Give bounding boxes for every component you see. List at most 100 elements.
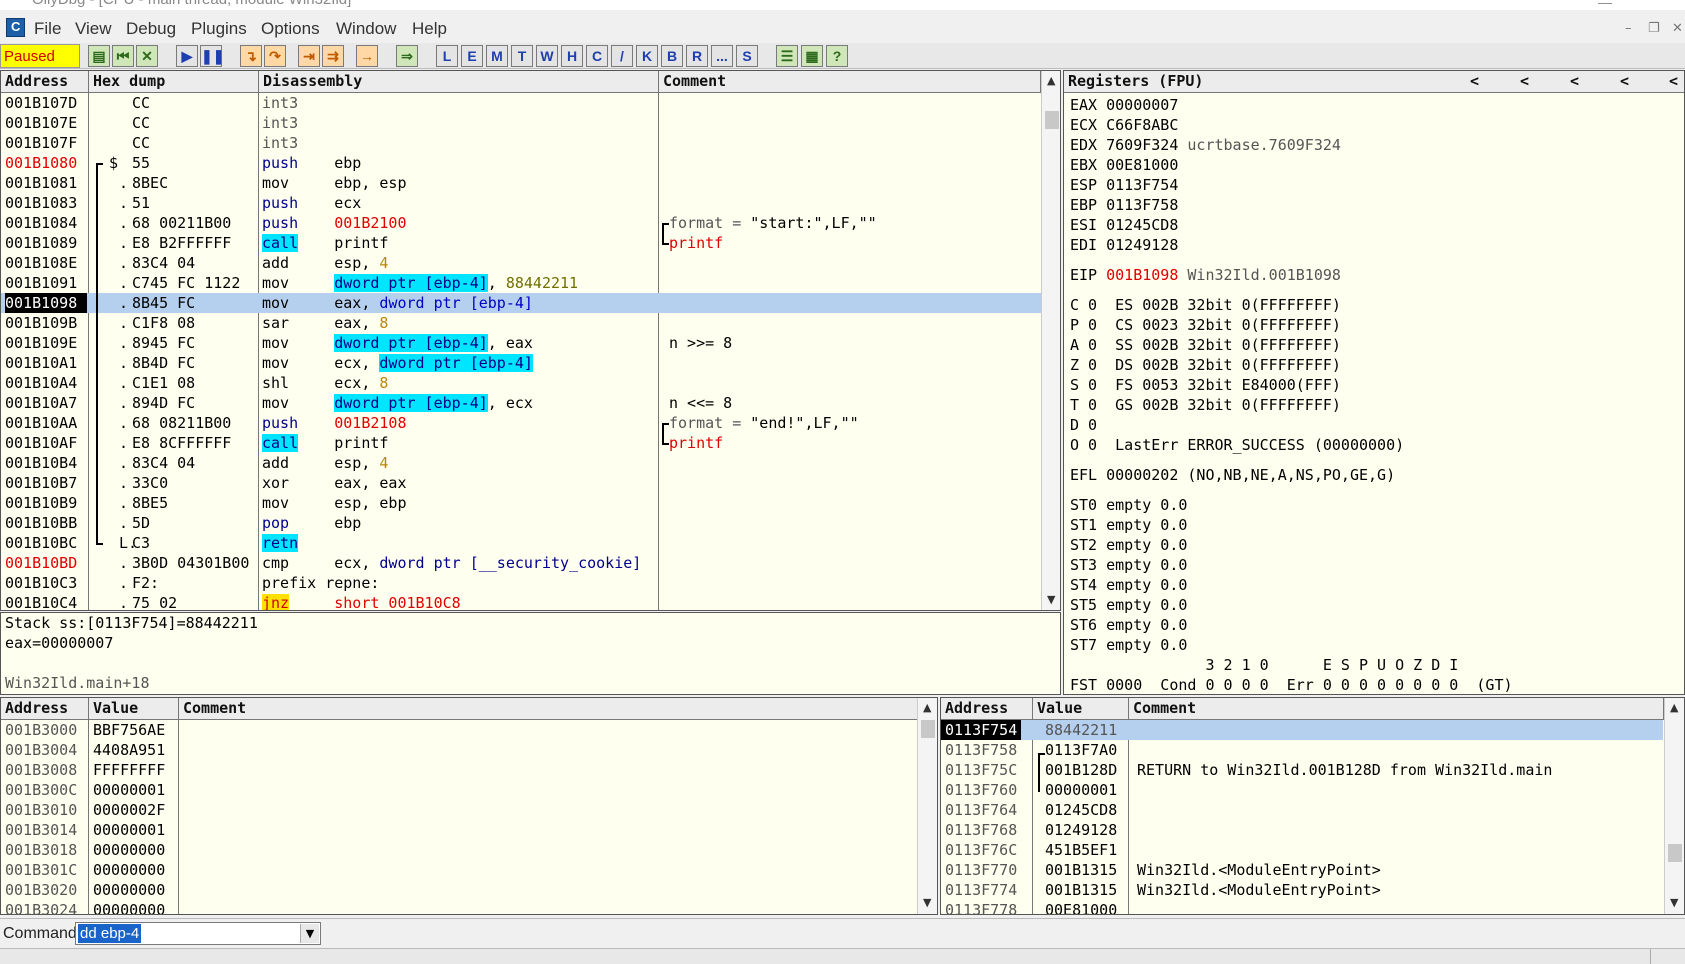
fpu-row[interactable]: ST7 empty 0.0 <box>1070 635 1187 655</box>
register-row[interactable]: ECX C66F8ABC <box>1070 115 1178 135</box>
open-icon[interactable]: ▤ <box>88 45 110 67</box>
stack-row[interactable]: 0113F760 00000001 <box>941 780 1663 800</box>
execute-till-return-icon[interactable]: → <box>356 45 378 67</box>
command-input[interactable]: dd ebp-4 <box>78 924 142 943</box>
dump-row[interactable]: 001B3018 00000000 <box>1 840 917 860</box>
dump-row[interactable]: 001B301C 00000000 <box>1 860 917 880</box>
stack-row[interactable]: 0113F770 001B1315 Win32Ild.<ModuleEntryPoi… <box>941 860 1663 880</box>
flag-row[interactable]: O 0 LastErr ERROR_SUCCESS (00000000) <box>1070 435 1404 455</box>
stack-row[interactable]: 0113F778 00E81000 <box>941 900 1663 914</box>
dump-header-comment[interactable]: Comment <box>179 698 919 720</box>
flag-row[interactable]: T 0 GS 002B 32bit 0(FFFFFFFF) <box>1070 395 1341 415</box>
menu-options[interactable]: Options <box>261 19 320 39</box>
menu-help[interactable]: Help <box>412 19 447 39</box>
close-program-icon[interactable]: ✕ <box>136 45 158 67</box>
fpu-row[interactable]: ST1 empty 0.0 <box>1070 515 1187 535</box>
appearance-icon[interactable]: ▦ <box>801 45 823 67</box>
stack-scroll-thumb[interactable] <box>1668 844 1682 862</box>
trace-into-icon[interactable]: ⇥ <box>298 45 320 67</box>
menu-window[interactable]: Window <box>336 19 396 39</box>
scroll-down-icon[interactable]: ▼ <box>1670 896 1678 909</box>
handles-button[interactable]: H <box>561 45 583 67</box>
mdi-minimize-icon[interactable]: – <box>1625 21 1632 36</box>
fpu-row[interactable]: ST4 empty 0.0 <box>1070 575 1187 595</box>
flag-row[interactable]: D 0 <box>1070 415 1097 435</box>
fpu-row[interactable]: ST6 empty 0.0 <box>1070 615 1187 635</box>
register-row[interactable]: EBX 00E81000 <box>1070 155 1178 175</box>
stack-row[interactable]: 0113F76C 451B5EF1 <box>941 840 1663 860</box>
minimize-window-icon[interactable]: — <box>1598 0 1612 10</box>
stack-row[interactable]: 0113F764 01245CD8 <box>941 800 1663 820</box>
flag-row[interactable]: Z 0 DS 002B 32bit 0(FFFFFFFF) <box>1070 355 1341 375</box>
disasm-scrollbar[interactable]: ▲ ▼ <box>1041 71 1060 610</box>
menu-file[interactable]: File <box>34 19 61 39</box>
scroll-up-icon[interactable]: ▲ <box>1047 74 1055 87</box>
register-value[interactable]: C66F8ABC <box>1106 116 1178 134</box>
flag-row[interactable]: P 0 CS 0023 32bit 0(FFFFFFFF) <box>1070 315 1341 335</box>
menu-debug[interactable]: Debug <box>126 19 176 39</box>
dump-header-address[interactable]: Address <box>1 698 89 720</box>
run-trace-button[interactable]: ... <box>711 45 733 67</box>
registers-title[interactable]: Registers (FPU) < < < < < <box>1064 71 1684 93</box>
command-combobox[interactable]: dd ebp-4 ▼ <box>75 922 321 945</box>
register-value[interactable]: 00000007 <box>1106 96 1178 114</box>
register-row[interactable]: ESP 0113F754 <box>1070 175 1178 195</box>
threads-button[interactable]: T <box>511 45 533 67</box>
mdi-close-icon[interactable]: ✕ <box>1672 21 1683 36</box>
stack-header-value[interactable]: Value <box>1033 698 1129 720</box>
debugging-options-icon[interactable]: ☰ <box>776 45 798 67</box>
restart-icon[interactable]: ⏮ <box>112 45 134 67</box>
stack-header-comment[interactable]: Comment <box>1129 698 1664 720</box>
eip-row[interactable]: EIP 001B1098 Win32Ild.001B1098 <box>1070 265 1341 285</box>
efl-row[interactable]: EFL 00000202 (NO,NB,NE,A,NS,PO,GE,G) <box>1070 465 1395 485</box>
register-row[interactable]: EAX 00000007 <box>1070 95 1178 115</box>
dump-row[interactable]: 001B3014 00000001 <box>1 820 917 840</box>
scroll-down-icon[interactable]: ▼ <box>1047 593 1055 606</box>
fpu-row[interactable]: ST5 empty 0.0 <box>1070 595 1187 615</box>
dump-scrollbar[interactable]: ▲ ▼ <box>917 698 937 914</box>
register-row[interactable]: ESI 01245CD8 <box>1070 215 1178 235</box>
scroll-up-icon[interactable]: ▲ <box>923 701 931 714</box>
breakpoints-button[interactable]: B <box>661 45 683 67</box>
menu-plugins[interactable]: Plugins <box>191 19 247 39</box>
eip-value[interactable]: 001B1098 <box>1106 266 1178 284</box>
executable-modules-button[interactable]: E <box>461 45 483 67</box>
dump-row[interactable]: 001B300C 00000001 <box>1 780 917 800</box>
scroll-up-icon[interactable]: ▲ <box>1670 701 1678 714</box>
fst-header[interactable]: 3 2 1 0 E S P U O Z D I <box>1070 655 1458 675</box>
register-value[interactable]: 00E81000 <box>1106 156 1178 174</box>
reg-nav-left-icon[interactable]: < <box>1470 71 1479 92</box>
step-over-icon[interactable]: ↷ <box>264 45 286 67</box>
stack-row[interactable]: 0113F758 0113F7A0 <box>941 740 1663 760</box>
register-row[interactable]: EBP 0113F758 <box>1070 195 1178 215</box>
fpu-row[interactable]: ST2 empty 0.0 <box>1070 535 1187 555</box>
register-value[interactable]: 01249128 <box>1106 236 1178 254</box>
log-window-button[interactable]: L <box>436 45 458 67</box>
dump-row[interactable]: 001B3020 00000000 <box>1 880 917 900</box>
register-value[interactable]: 0113F758 <box>1106 196 1178 214</box>
reg-nav-left-icon[interactable]: < <box>1570 71 1579 92</box>
dump-row[interactable]: 001B3024 00000000 <box>1 900 917 914</box>
stack-row[interactable]: 0113F75C 001B128D RETURN to Win32Ild.001B1… <box>941 760 1663 780</box>
register-value[interactable]: 0113F754 <box>1106 176 1178 194</box>
register-row[interactable]: EDI 01249128 <box>1070 235 1178 255</box>
call-stack-button[interactable]: K <box>636 45 658 67</box>
stack-row[interactable]: 0113F768 01249128 <box>941 820 1663 840</box>
fpu-row[interactable]: ST3 empty 0.0 <box>1070 555 1187 575</box>
stack-header-address[interactable]: Address <box>941 698 1033 720</box>
references-button[interactable]: R <box>686 45 708 67</box>
dump-scroll-thumb[interactable] <box>921 720 935 738</box>
dump-row[interactable]: 001B3010 0000002F <box>1 800 917 820</box>
flag-row[interactable]: C 0 ES 002B 32bit 0(FFFFFFFF) <box>1070 295 1341 315</box>
fpu-row[interactable]: ST0 empty 0.0 <box>1070 495 1187 515</box>
flag-row[interactable]: A 0 SS 002B 32bit 0(FFFFFFFF) <box>1070 335 1341 355</box>
windows-button[interactable]: W <box>536 45 558 67</box>
dump-row[interactable]: 001B3000 BBF756AE <box>1 720 917 740</box>
dump-header-value[interactable]: Value <box>89 698 179 720</box>
memory-map-button[interactable]: M <box>486 45 508 67</box>
flag-row[interactable]: S 0 FS 0053 32bit E84000(FFF) <box>1070 375 1341 395</box>
reg-nav-left-icon[interactable]: < <box>1620 71 1629 92</box>
go-to-origin-icon[interactable]: ⇒ <box>396 45 418 67</box>
stack-row[interactable]: 0113F774 001B1315 Win32Ild.<ModuleEntryPoi… <box>941 880 1663 900</box>
dump-row[interactable]: 001B3008 FFFFFFFF <box>1 760 917 780</box>
